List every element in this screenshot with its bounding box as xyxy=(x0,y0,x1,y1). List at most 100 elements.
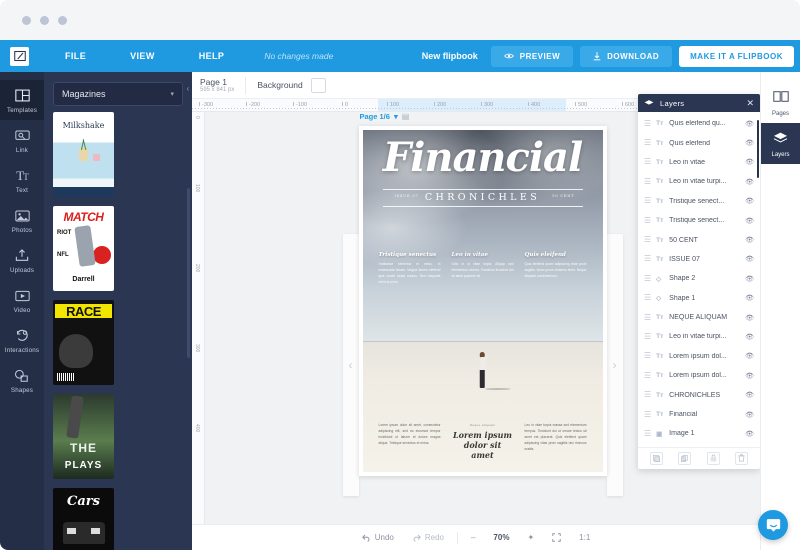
layer-row[interactable]: ☰ Tт NEQUE ALIQUAM 👁 xyxy=(638,308,760,327)
layer-row[interactable]: ☰ Tт Lorem ipsum dol... 👁 xyxy=(638,366,760,385)
layer-row[interactable]: ☰ Tт Tristique senect... 👁 xyxy=(638,211,760,230)
tab-pages[interactable]: Pages xyxy=(761,82,800,123)
eye-visible-icon[interactable]: 👁 xyxy=(745,333,754,341)
cover-title[interactable]: Financial xyxy=(363,138,603,178)
layer-row[interactable]: ☰ Tт Tristique senect... 👁 xyxy=(638,192,760,211)
layer-row[interactable]: ☰ Tт Leo in vitae turpi... 👁 xyxy=(638,327,760,346)
help-chat-button[interactable] xyxy=(758,510,788,540)
menu-help[interactable]: HELP xyxy=(177,51,247,61)
sidebar-item-text[interactable]: TT Text xyxy=(0,160,44,200)
layer-row[interactable]: ☰ Tт Leo in vitae 👁 xyxy=(638,153,760,172)
chevron-down-icon[interactable]: ▾ xyxy=(394,112,398,121)
eye-visible-icon[interactable]: 👁 xyxy=(745,430,754,438)
drag-grip-icon[interactable]: ☰ xyxy=(644,274,651,283)
window-close-dot[interactable] xyxy=(22,15,31,25)
eye-visible-icon[interactable]: 👁 xyxy=(745,197,754,205)
sidebar-item-shapes[interactable]: Shapes xyxy=(0,360,44,400)
window-minimize-dot[interactable] xyxy=(40,15,49,25)
eye-visible-icon[interactable]: 👁 xyxy=(745,314,754,322)
eye-visible-icon[interactable]: 👁 xyxy=(745,352,754,360)
drag-grip-icon[interactable]: ☰ xyxy=(644,410,651,419)
sidebar-item-link[interactable]: Link xyxy=(0,120,44,160)
redo-button[interactable]: Redo xyxy=(403,533,453,542)
template-thumbnail[interactable]: THE PLAYS xyxy=(53,394,114,479)
drag-grip-icon[interactable]: ☰ xyxy=(644,158,651,166)
make-flipbook-button[interactable]: MAKE IT A FLIPBOOK xyxy=(679,45,794,67)
category-select[interactable]: Magazines ▾ xyxy=(53,82,183,106)
menu-file[interactable]: FILE xyxy=(43,51,108,61)
actual-size-button[interactable]: 1:1 xyxy=(570,533,599,542)
page-canvas[interactable]: Financial CHRONICHLES ISSUE 07 50 CENT T… xyxy=(358,126,607,476)
drag-grip-icon[interactable]: ☰ xyxy=(644,332,651,341)
template-thumbnail[interactable]: RACE xyxy=(53,300,114,385)
page-indicator[interactable]: Page 1/6 xyxy=(360,112,390,121)
layer-row[interactable]: ☰ Tт Quis eleifend qu... 👁 xyxy=(638,114,760,133)
layer-row[interactable]: ☰ Tт Lorem ipsum dol... 👁 xyxy=(638,347,760,366)
layer-row[interactable]: ☰ Tт CHRONICHLES 👁 xyxy=(638,385,760,404)
eye-visible-icon[interactable]: 👁 xyxy=(745,236,754,244)
drag-grip-icon[interactable]: ☰ xyxy=(644,177,651,186)
eye-visible-icon[interactable]: 👁 xyxy=(745,411,754,419)
cover-column[interactable]: Quis eleifend Quis eleifend quam adipisc… xyxy=(525,252,587,285)
eye-visible-icon[interactable]: 👁 xyxy=(745,255,754,263)
preview-button[interactable]: PREVIEW xyxy=(490,45,574,67)
cover-meta-left[interactable]: ISSUE 07 xyxy=(395,194,419,198)
layer-row[interactable]: ☰ Tт Leo in vitae turpi... 👁 xyxy=(638,172,760,191)
eye-visible-icon[interactable]: 👁 xyxy=(745,294,754,302)
cover-bottom-middle[interactable]: Neque aliquam Lorem ipsum dolor sit amet xyxy=(452,423,514,460)
template-thumbnail[interactable]: Milkshake xyxy=(53,112,114,197)
cover-meta-right[interactable]: 50 CENT xyxy=(552,194,574,198)
app-logo[interactable] xyxy=(10,46,29,66)
lock-icon[interactable] xyxy=(706,451,720,465)
eye-visible-icon[interactable]: 👁 xyxy=(745,275,754,283)
tab-layers[interactable]: Layers xyxy=(761,123,800,164)
eye-visible-icon[interactable]: 👁 xyxy=(745,120,754,128)
drag-grip-icon[interactable]: ☰ xyxy=(644,391,651,399)
drag-grip-icon[interactable]: ☰ xyxy=(644,236,651,244)
eye-visible-icon[interactable]: 👁 xyxy=(745,391,754,399)
eye-visible-icon[interactable]: 👁 xyxy=(745,372,754,380)
cover-bottom-left[interactable]: Lorem ipsum dolor sit amet, consectetur … xyxy=(379,423,441,460)
zoom-out-button[interactable]: – xyxy=(462,533,484,542)
drag-grip-icon[interactable]: ☰ xyxy=(644,197,651,205)
layer-row[interactable]: ☰ Tт ISSUE 07 👁 xyxy=(638,250,760,269)
layer-row[interactable]: ☰ ▣ Image 1 👁 xyxy=(638,424,760,443)
drag-grip-icon[interactable]: ☰ xyxy=(644,294,651,302)
duplicate-icon[interactable] xyxy=(649,451,663,465)
sidebar-item-photos[interactable]: Photos xyxy=(0,200,44,240)
prev-page-button[interactable]: ‹ xyxy=(342,234,359,496)
sidebar-item-templates[interactable]: Templates xyxy=(0,80,44,120)
layer-row[interactable]: ☰ Tт 50 CENT 👁 xyxy=(638,230,760,249)
sidebar-item-interactions[interactable]: Interactions xyxy=(0,320,44,360)
page-preview-icon[interactable]: ▤ xyxy=(402,112,410,121)
drag-grip-icon[interactable]: ☰ xyxy=(644,313,651,322)
eye-visible-icon[interactable]: 👁 xyxy=(745,158,754,166)
fit-screen-button[interactable] xyxy=(543,533,570,542)
undo-button[interactable]: Undo xyxy=(353,533,403,542)
drag-grip-icon[interactable]: ☰ xyxy=(644,119,651,128)
drag-grip-icon[interactable]: ☰ xyxy=(644,429,651,438)
cover-bottom-right[interactable]: Leo in vitae turpis massa sed elementum … xyxy=(525,423,587,460)
zoom-in-button[interactable]: ✦ xyxy=(518,533,543,542)
drag-grip-icon[interactable]: ☰ xyxy=(644,371,651,380)
layer-row[interactable]: ☰ ◇ Shape 1 👁 xyxy=(638,289,760,308)
copy-icon[interactable] xyxy=(678,451,692,465)
layers-scrollbar[interactable] xyxy=(757,120,759,178)
eye-visible-icon[interactable]: 👁 xyxy=(745,178,754,186)
template-thumbnail[interactable]: MATCH RIOT NFL Darrell xyxy=(53,206,114,291)
eye-visible-icon[interactable]: 👁 xyxy=(745,139,754,147)
zoom-level[interactable]: 70% xyxy=(484,533,518,542)
cover-column[interactable]: Tristique senectus Habitasse senectus et… xyxy=(379,252,441,285)
next-page-button[interactable]: › xyxy=(606,234,623,496)
drag-grip-icon[interactable]: ☰ xyxy=(644,255,651,263)
cover-column[interactable]: Leo in vitae Odio in ut vitae turpis. Al… xyxy=(452,252,514,285)
template-thumbnail[interactable]: Cars Collector xyxy=(53,488,114,550)
eye-visible-icon[interactable]: 👁 xyxy=(745,217,754,225)
background-color-swatch[interactable] xyxy=(310,77,326,93)
layer-row[interactable]: ☰ Tт Quis eleifend 👁 xyxy=(638,133,760,152)
window-maximize-dot[interactable] xyxy=(58,15,67,25)
trash-icon[interactable] xyxy=(735,451,749,465)
drag-grip-icon[interactable]: ☰ xyxy=(644,216,651,225)
close-icon[interactable]: ✕ xyxy=(746,98,754,108)
drag-grip-icon[interactable]: ☰ xyxy=(644,139,651,147)
